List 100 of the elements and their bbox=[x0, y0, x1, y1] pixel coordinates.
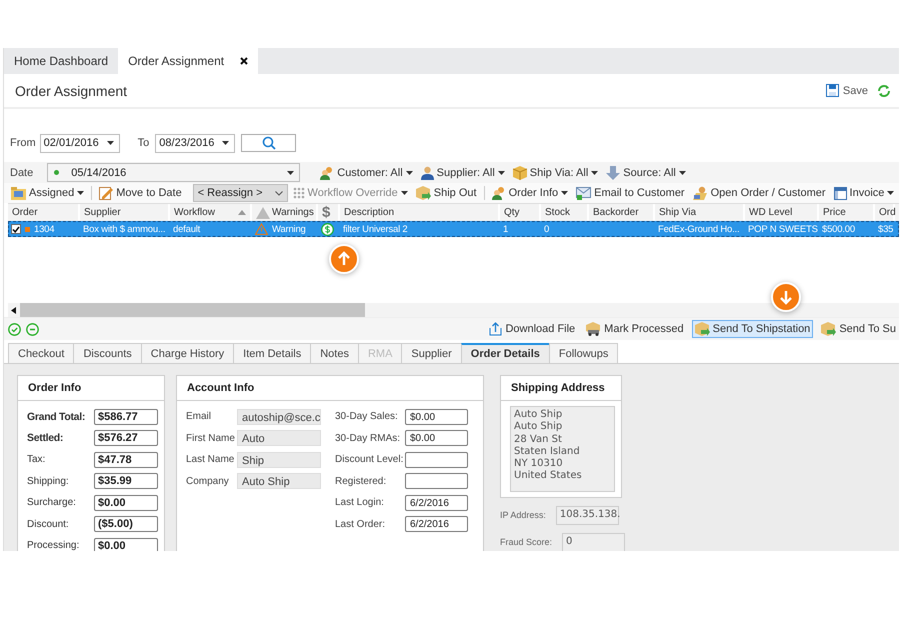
package-icon bbox=[416, 186, 431, 200]
minus-circle-icon[interactable] bbox=[26, 322, 39, 336]
date-label: Date bbox=[10, 166, 34, 178]
input-field[interactable]: Auto bbox=[237, 430, 321, 446]
field-label: Shipping: bbox=[27, 476, 69, 487]
input-field[interactable]: $0.00 bbox=[405, 408, 468, 425]
notepad-icon bbox=[99, 186, 114, 200]
tab[interactable]: Item Details bbox=[233, 343, 312, 363]
input-field[interactable]: $0.00 bbox=[405, 430, 468, 446]
from-date-field[interactable]: 02/01/2016 bbox=[40, 134, 120, 152]
table-cell: POP N SWEETS bbox=[748, 224, 818, 234]
toolbar-button[interactable]: Assigned bbox=[8, 186, 88, 200]
truck-icon bbox=[586, 322, 602, 336]
refresh-icon[interactable] bbox=[877, 84, 891, 98]
input-field[interactable]: 108.35.138. bbox=[556, 506, 619, 525]
caret-icon bbox=[887, 191, 894, 195]
action-button[interactable]: Send To Shipstation bbox=[692, 320, 814, 338]
table-cell: Warning bbox=[272, 224, 306, 234]
tab[interactable]: Checkout bbox=[8, 343, 74, 363]
input-field[interactable]: $0.00 bbox=[94, 538, 158, 551]
close-icon[interactable] bbox=[240, 57, 248, 65]
input-field[interactable]: 6/2/2016 bbox=[405, 516, 468, 532]
up-arrow-button-icon[interactable] bbox=[329, 244, 359, 274]
scrollbar-thumb[interactable] bbox=[20, 303, 365, 317]
toolbar-button[interactable]: Move to Date bbox=[96, 186, 185, 200]
input-field[interactable] bbox=[405, 473, 468, 490]
tab[interactable]: Charge History bbox=[140, 343, 234, 363]
input-field[interactable]: $586.77 bbox=[94, 408, 158, 425]
to-date-field[interactable]: 08/23/2016 bbox=[155, 134, 236, 152]
action-button[interactable]: Send To Su bbox=[818, 320, 899, 338]
input-field[interactable]: $47.78 bbox=[94, 452, 158, 468]
action-button[interactable]: Download File bbox=[486, 320, 578, 338]
scroll-left-icon[interactable] bbox=[11, 306, 16, 314]
field-label: Company bbox=[186, 476, 230, 487]
tab[interactable]: Discounts bbox=[73, 343, 142, 363]
toolbar-button[interactable]: Ship Out bbox=[412, 186, 480, 200]
field-label: Tax: bbox=[27, 454, 46, 466]
down-arrow-icon bbox=[606, 166, 620, 180]
reassign-select[interactable]: < Reassign > bbox=[192, 184, 288, 202]
field-label: Last Order: bbox=[335, 518, 386, 530]
table-cell: $35 bbox=[878, 224, 894, 234]
toolbar-button[interactable]: Email to Customer bbox=[573, 186, 688, 200]
table-cell: filter Universal 2 bbox=[343, 224, 408, 234]
filter-dropdown[interactable]: Source: All bbox=[604, 166, 688, 180]
save-icon bbox=[826, 84, 839, 97]
flag-icon bbox=[25, 226, 30, 232]
warning-icon bbox=[256, 206, 270, 218]
field-label: Last Login: bbox=[335, 497, 385, 508]
save-button[interactable]: Save bbox=[822, 84, 872, 97]
caret-icon bbox=[406, 170, 413, 174]
toolbar-button[interactable]: Invoice bbox=[830, 186, 898, 200]
table-cell: FedEx-Ground Ho... bbox=[658, 224, 740, 234]
check-circle-icon[interactable] bbox=[8, 322, 21, 336]
table-cell: default bbox=[173, 224, 200, 234]
folder-icon bbox=[11, 186, 26, 200]
address-field[interactable]: Auto Ship Auto Ship 28 Van St Staten Island NY 10310 United States bbox=[510, 406, 615, 492]
action-button[interactable]: Mark Processed bbox=[583, 320, 687, 338]
input-field[interactable]: Auto Ship bbox=[237, 473, 321, 490]
table-cell: 0 bbox=[544, 224, 550, 234]
tab[interactable]: Order Details bbox=[460, 343, 550, 363]
field-label: Surcharge: bbox=[27, 497, 76, 508]
toolbar-button[interactable]: Open Order / Customer bbox=[690, 186, 829, 200]
tab[interactable]: Supplier bbox=[401, 343, 462, 363]
field-label: Discount: bbox=[27, 518, 69, 530]
input-field[interactable] bbox=[405, 452, 468, 468]
table-cell: $500.00 bbox=[822, 224, 855, 234]
tab[interactable]: Home Dashboard bbox=[4, 48, 118, 74]
field-label: Discount Level: bbox=[335, 454, 404, 466]
envelope-icon bbox=[576, 186, 592, 200]
filter-dropdown[interactable]: Customer: All bbox=[318, 166, 415, 180]
package-icon bbox=[694, 322, 710, 336]
search-icon bbox=[262, 136, 276, 150]
input-field[interactable]: autoship@sce.c bbox=[237, 408, 321, 425]
date-field[interactable]: 05/14/2016 bbox=[47, 163, 300, 182]
caret-icon bbox=[222, 141, 230, 145]
dollar-icon bbox=[321, 222, 334, 236]
input-field[interactable]: $576.27 bbox=[94, 430, 158, 446]
input-field[interactable]: ($5.00) bbox=[94, 516, 158, 532]
filter-dropdown[interactable]: Supplier: All bbox=[418, 166, 507, 180]
tab[interactable]: Notes bbox=[310, 343, 359, 363]
from-label: From bbox=[10, 137, 36, 149]
people-icon bbox=[492, 186, 506, 200]
down-arrow-button-icon[interactable] bbox=[771, 282, 801, 312]
input-field[interactable]: 6/2/2016 bbox=[405, 494, 468, 511]
search-button[interactable] bbox=[241, 134, 296, 152]
toolbar-button[interactable]: Order Info bbox=[488, 186, 572, 200]
field-label: First Name bbox=[186, 432, 236, 444]
input-field[interactable]: 0 bbox=[562, 532, 626, 551]
caret-icon bbox=[106, 141, 114, 145]
tab[interactable]: Order Assignment bbox=[118, 48, 258, 74]
input-field[interactable]: $35.99 bbox=[94, 473, 158, 490]
package-icon bbox=[512, 166, 527, 180]
filter-dropdown[interactable]: Ship Via: All bbox=[510, 166, 600, 180]
input-field[interactable]: $0.00 bbox=[94, 494, 158, 511]
tab[interactable]: Followups bbox=[548, 343, 618, 363]
panel-title: Shipping Address bbox=[501, 376, 621, 401]
input-field[interactable]: Ship bbox=[237, 452, 321, 468]
field-label: Fraud Score: bbox=[500, 537, 552, 548]
field-label: 30-Day Sales: bbox=[335, 411, 399, 422]
checkbox[interactable] bbox=[11, 224, 21, 234]
